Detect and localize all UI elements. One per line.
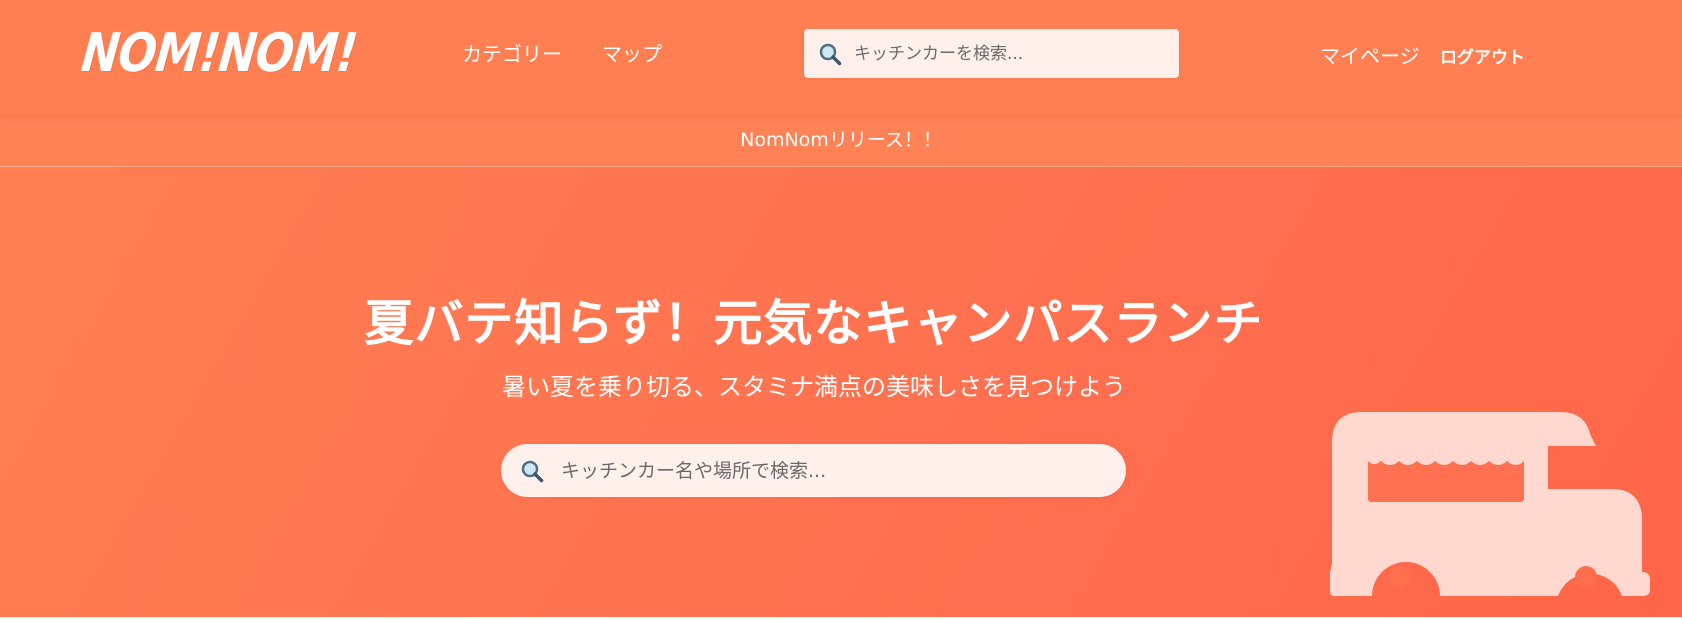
announcement-bar: NomNomリリース！！ — [0, 115, 1682, 167]
nav-categories-link[interactable]: カテゴリー — [462, 38, 562, 67]
search-icon — [520, 459, 544, 487]
announcement-text: NomNomリリース！！ — [740, 129, 942, 151]
nav-map-link[interactable]: マップ — [602, 38, 662, 67]
site-logo[interactable]: NOM!NOM! — [79, 21, 360, 84]
hero-subtitle: 暑い夏を乗り切る、スタミナ満点の美味しさを見つけよう — [502, 373, 1126, 401]
food-truck-icon — [1330, 412, 1650, 617]
hero-section: 夏バテ知らず！元気なキャンパスランチ 暑い夏を乗り切る、スタミナ満点の美味しさを… — [0, 167, 1682, 617]
header-search-box — [804, 29, 1179, 78]
header-search-input[interactable] — [854, 29, 1164, 78]
nav-mypage-link[interactable]: マイページ — [1320, 40, 1420, 69]
site-header: NOM!NOM! カテゴリー マップ マイページ ログアウト — [0, 0, 1682, 115]
hero-title: 夏バテ知らず！元気なキャンパスランチ — [364, 295, 1264, 352]
hero-search-box — [501, 444, 1126, 497]
logo-text: NOM!NOM! — [78, 20, 360, 84]
hero-search-input[interactable] — [561, 444, 1101, 497]
search-icon — [818, 42, 842, 70]
logout-link[interactable]: ログアウト — [1440, 43, 1525, 68]
